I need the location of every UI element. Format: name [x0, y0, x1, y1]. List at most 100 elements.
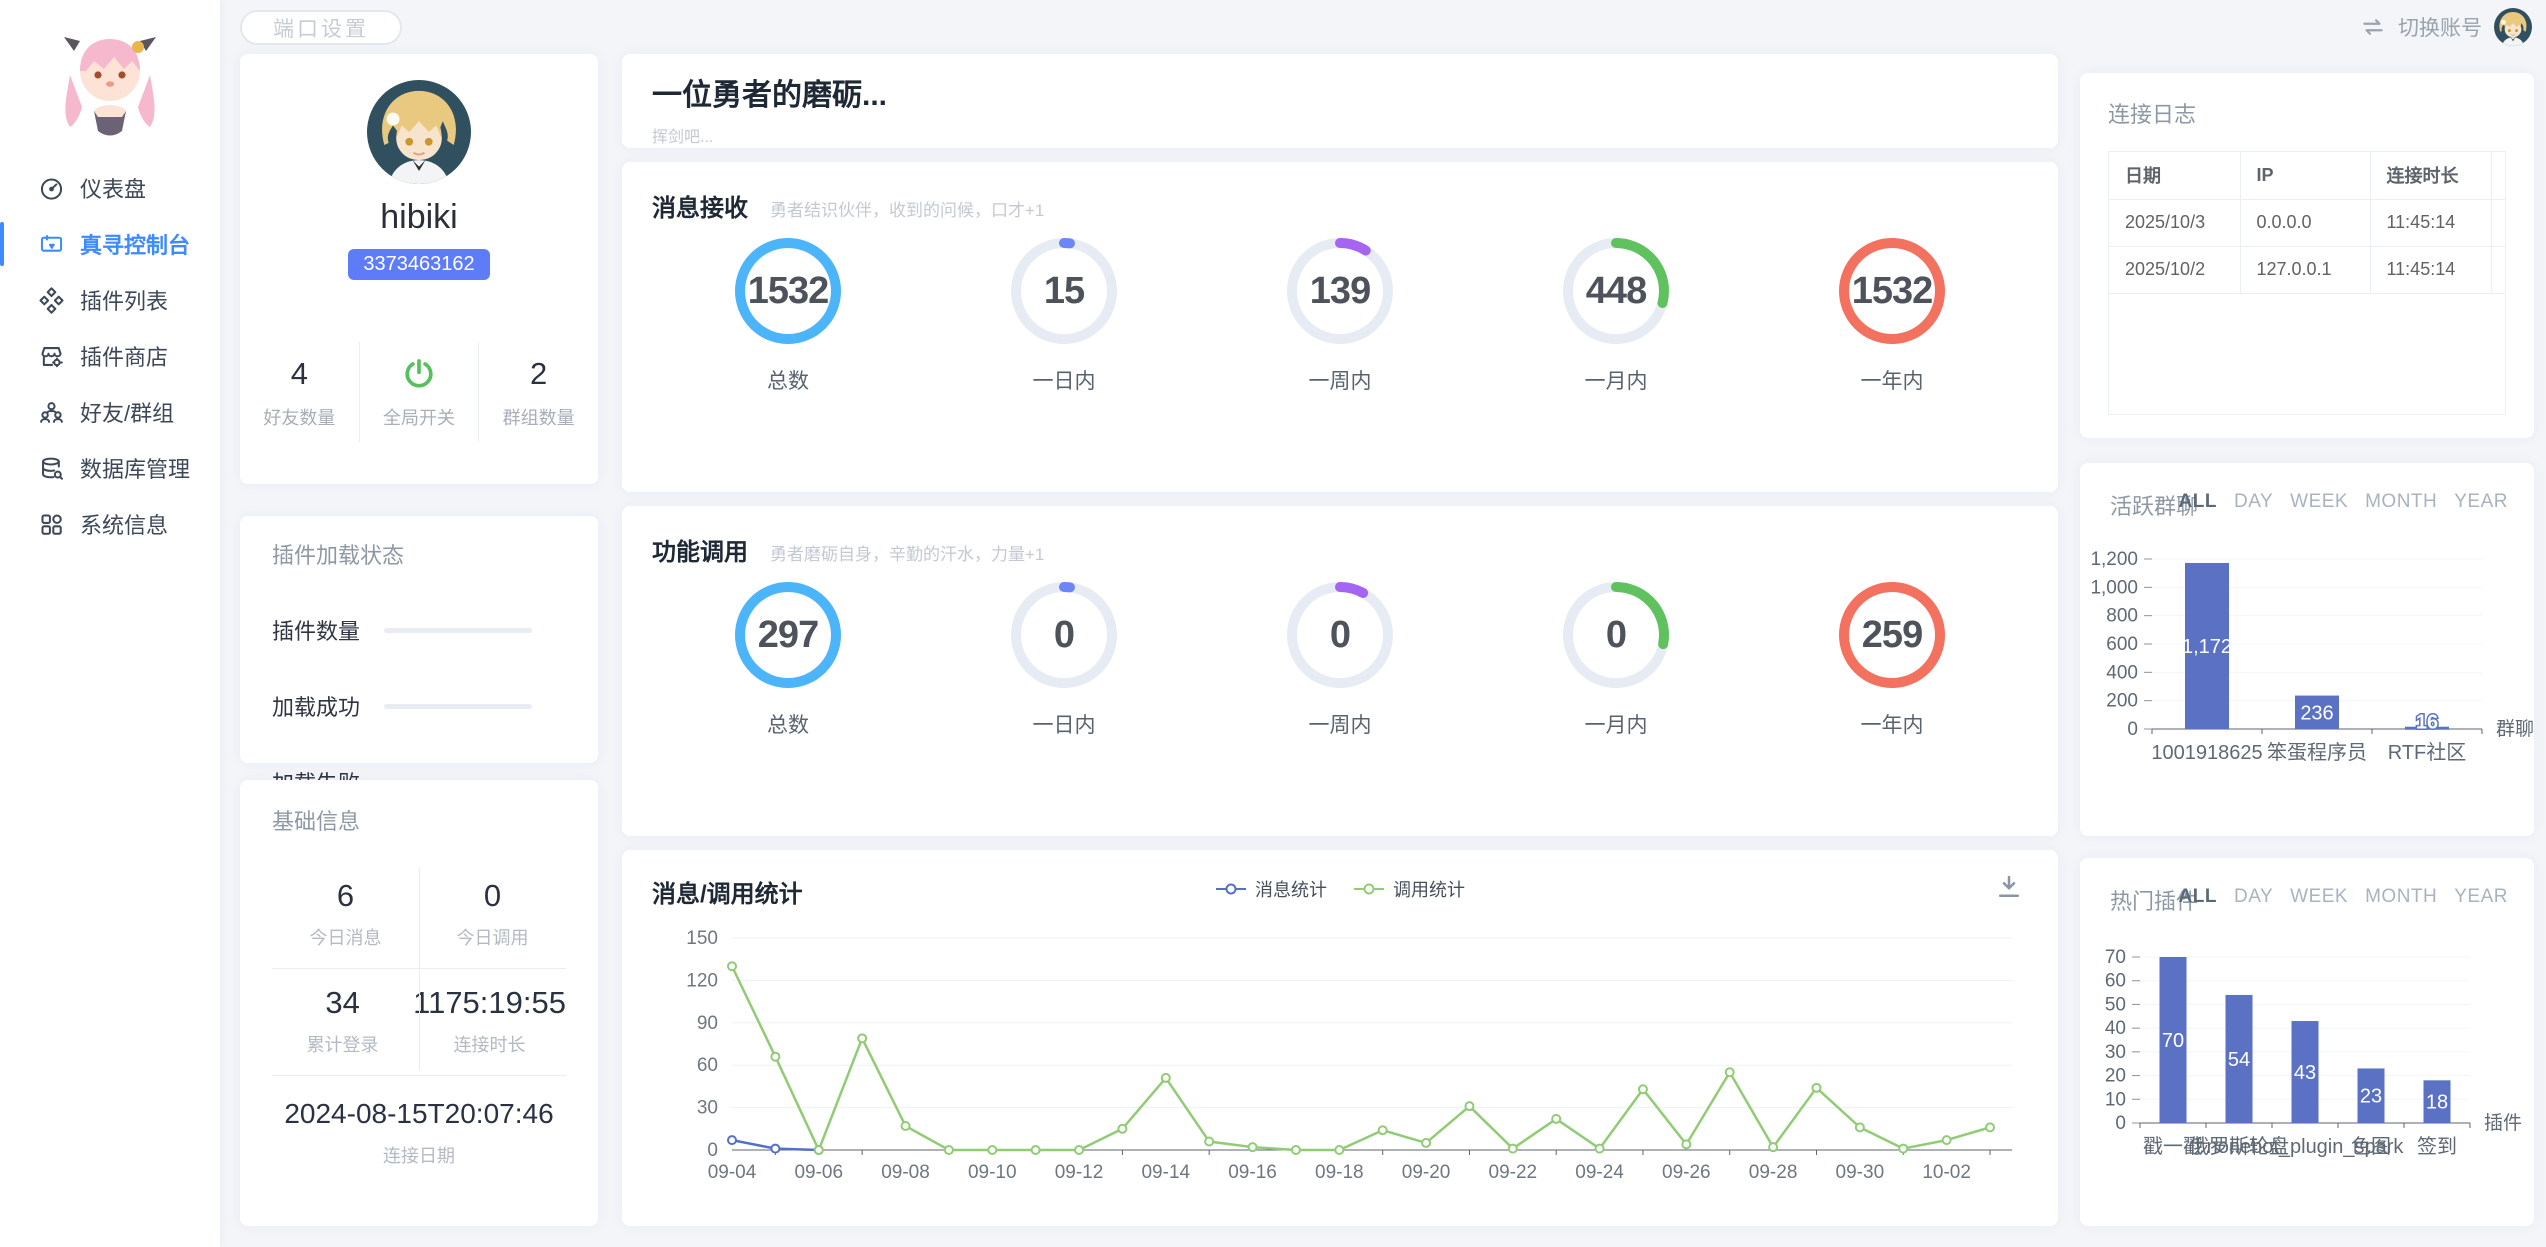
message-card-title: 消息接收 — [652, 188, 748, 223]
svg-text:09-28: 09-28 — [1749, 1162, 1798, 1183]
log-header-row: 日期IP连接时长 — [2109, 152, 2505, 199]
log-col-header: 连接时长 — [2370, 152, 2491, 199]
basic-info-cell: 34累计登录 — [272, 969, 413, 1075]
ring-label: 一日内 — [954, 709, 1174, 739]
svg-text:RTF社区: RTF社区 — [2388, 741, 2467, 764]
log-col-header: 日期 — [2109, 152, 2240, 199]
gauge-icon — [38, 175, 65, 202]
svg-text:09-04: 09-04 — [708, 1162, 757, 1183]
svg-text:09-18: 09-18 — [1315, 1162, 1364, 1183]
svg-text:10-02: 10-02 — [1922, 1162, 1971, 1183]
ring-value: 0 — [1006, 577, 1122, 693]
svg-text:1,000: 1,000 — [2090, 577, 2138, 598]
system-icon — [38, 511, 65, 538]
bot-uid-badge: 3373463162 — [348, 249, 489, 280]
svg-text:09-30: 09-30 — [1836, 1162, 1885, 1183]
stat-ring: 0 一周内 — [1230, 577, 1450, 739]
svg-text:笨蛋程序员: 笨蛋程序员 — [2267, 741, 2367, 764]
plugin-status-row: 加载成功 — [272, 690, 566, 722]
stat-ring: 0 一月内 — [1506, 577, 1726, 739]
bot-name: hibiki — [240, 198, 598, 237]
sidebar-item-shop[interactable]: 插件商店 — [0, 328, 220, 384]
svg-text:0: 0 — [2115, 1113, 2126, 1134]
global-switch[interactable]: 全局开关 — [359, 342, 479, 442]
basic-info-grid: 6今日消息0今日调用 34累计登录1175:19:55连接时长 — [272, 862, 566, 1076]
basic-info-cell: 0今日调用 — [419, 862, 566, 968]
profile-stat: 2群组数量 — [478, 342, 598, 442]
svg-text:18: 18 — [2426, 1092, 2448, 1114]
ring-value: 15 — [1006, 233, 1122, 349]
connect-date-label: 连接日期 — [272, 1142, 566, 1168]
sidebar-item-friends[interactable]: 好友/群组 — [0, 384, 220, 440]
svg-text:插件: 插件 — [2484, 1112, 2522, 1134]
connect-log-title: 连接日志 — [2108, 97, 2506, 129]
function-call-card: 功能调用 勇者磨砺自身，辛勤的汗水，力量+1 297 总数 0 一日内 0 一周… — [622, 506, 2058, 836]
svg-text:30: 30 — [2105, 1042, 2126, 1063]
svg-text:200: 200 — [2106, 691, 2138, 712]
call-card-subtitle: 勇者磨砺自身，辛勤的汗水，力量+1 — [770, 540, 1044, 565]
sidebar-item-plugins[interactable]: 插件列表 — [0, 272, 220, 328]
console-icon — [38, 231, 65, 258]
stat-ring: 448 一月内 — [1506, 233, 1726, 395]
bot-profile-card: hibiki 3373463162 4好友数量全局开关2群组数量 — [240, 54, 598, 484]
svg-text:20: 20 — [2105, 1066, 2126, 1087]
ring-value: 0 — [1558, 577, 1674, 693]
hot-plugins-chart: 01020304050607070戳一戳54俄罗斯轮盘43nonebot_plu… — [2080, 858, 2534, 1226]
port-settings-button[interactable]: 端口设置 — [240, 10, 402, 45]
svg-text:色图: 色图 — [2351, 1135, 2391, 1158]
svg-text:54: 54 — [2228, 1049, 2250, 1071]
stats-line-chart-card: 消息/调用统计 消息统计 调用统计 030609012015009-0409-0… — [622, 850, 2058, 1226]
svg-text:09-08: 09-08 — [881, 1162, 930, 1183]
ring-label: 一年内 — [1782, 709, 2002, 739]
sidebar-item-label: 插件列表 — [80, 284, 168, 316]
ring-value: 259 — [1834, 577, 1950, 693]
logo-image — [46, 23, 174, 151]
svg-text:120: 120 — [686, 970, 718, 991]
svg-text:30: 30 — [697, 1098, 718, 1119]
swap-icon — [2360, 14, 2386, 40]
sidebar-item-label: 数据库管理 — [80, 452, 190, 484]
ring-label: 一月内 — [1506, 365, 1726, 395]
message-card-subtitle: 勇者结识伙伴，收到的问候，口才+1 — [770, 196, 1044, 221]
basic-info-cell: 6今日消息 — [272, 862, 419, 968]
svg-text:50: 50 — [2105, 994, 2126, 1015]
hero-subtitle: 挥剑吧... — [652, 123, 2028, 147]
basic-info-card: 基础信息 6今日消息0今日调用 34累计登录1175:19:55连接时长 202… — [240, 780, 598, 1226]
plugin-load-status-card: 插件加载状态 插件数量 加载成功 加载失败 — [240, 516, 598, 763]
ring-label: 一年内 — [1782, 365, 2002, 395]
sidebar-item-label: 系统信息 — [80, 508, 168, 540]
svg-text:800: 800 — [2106, 606, 2138, 627]
progress-track — [384, 704, 532, 709]
svg-text:09-14: 09-14 — [1141, 1162, 1190, 1183]
svg-text:09-22: 09-22 — [1489, 1162, 1538, 1183]
stat-ring: 0 一日内 — [954, 577, 1174, 739]
connect-date-value: 2024-08-15T20:07:46 — [272, 1098, 566, 1130]
stat-ring: 15 一日内 — [954, 233, 1174, 395]
sidebar-item-label: 真寻控制台 — [80, 228, 190, 260]
connect-log-card: 连接日志 日期IP连接时长 2025/10/30.0.0.011:45:1420… — [2080, 73, 2534, 438]
svg-text:0: 0 — [2127, 719, 2138, 740]
account-avatar[interactable] — [2494, 8, 2532, 46]
plugin-status-rows: 插件数量 加载成功 加载失败 — [272, 614, 566, 798]
svg-text:150: 150 — [686, 928, 718, 949]
ring-value: 1532 — [730, 233, 846, 349]
shop-icon — [38, 343, 65, 370]
call-card-title: 功能调用 — [652, 532, 748, 567]
sidebar-item-database[interactable]: 数据库管理 — [0, 440, 220, 496]
sidebar-item-console[interactable]: 真寻控制台 — [0, 216, 220, 272]
svg-text:40: 40 — [2105, 1018, 2126, 1039]
sidebar-menu: 仪表盘真寻控制台插件列表插件商店好友/群组数据库管理系统信息 — [0, 160, 220, 552]
bot-avatar — [367, 80, 471, 184]
svg-text:签到: 签到 — [2417, 1135, 2457, 1158]
sidebar-item-gauge[interactable]: 仪表盘 — [0, 160, 220, 216]
sidebar-item-system[interactable]: 系统信息 — [0, 496, 220, 552]
switch-account[interactable]: 切换账号 — [2360, 8, 2532, 46]
svg-text:10: 10 — [2105, 1089, 2126, 1110]
active-groups-chart: 02004006008001,0001,2001,172100191862523… — [2080, 463, 2534, 836]
database-icon — [38, 455, 65, 482]
bot-stats-row: 4好友数量全局开关2群组数量 — [240, 342, 598, 442]
switch-account-label: 切换账号 — [2398, 12, 2482, 42]
ring-value: 448 — [1558, 233, 1674, 349]
log-row: 2025/10/2127.0.0.111:45:14 — [2109, 246, 2505, 293]
svg-text:群聊: 群聊 — [2496, 718, 2534, 740]
